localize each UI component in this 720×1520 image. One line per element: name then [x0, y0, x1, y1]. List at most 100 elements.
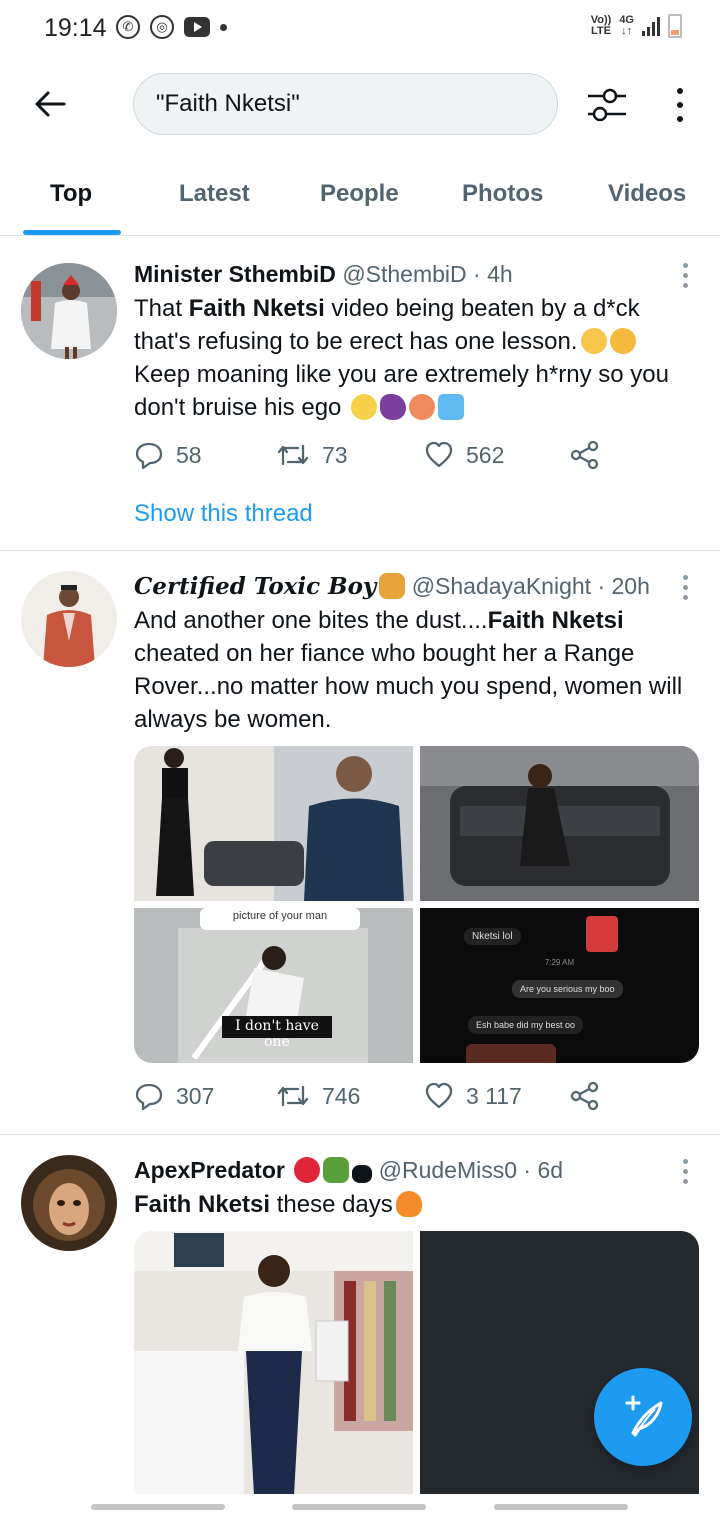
- tweet-actions: 58 73 562: [134, 440, 614, 474]
- back-button[interactable]: [30, 84, 70, 124]
- tab-latest[interactable]: Latest: [179, 180, 250, 208]
- retweet-button[interactable]: 73: [276, 440, 348, 470]
- media-photo[interactable]: [134, 746, 413, 901]
- compose-feather-icon: [625, 1395, 663, 1437]
- tweet-more-button[interactable]: [680, 263, 690, 288]
- avatar[interactable]: [21, 263, 117, 359]
- retweet-count: 73: [322, 441, 348, 468]
- tweet-header: Certified Toxic Boy @ShadayaKnight · 20h: [134, 573, 650, 600]
- status-system-icons: Vo)) LTE 4G ↓↑: [591, 14, 682, 38]
- tweet-text: That Faith Nketsi video being beaten by …: [134, 295, 669, 421]
- media-photo[interactable]: Nketsi lol 7:29 AM Are you serious my bo…: [420, 908, 699, 1063]
- compose-tweet-button[interactable]: [594, 1368, 692, 1466]
- like-count: 3 117: [466, 1082, 522, 1109]
- battery-icon: [668, 14, 682, 38]
- author-name[interactable]: Minister SthembiD: [134, 261, 336, 287]
- more-dot-icon: [682, 273, 688, 278]
- whatsapp-icon: ✆: [116, 15, 140, 39]
- avatar[interactable]: [21, 571, 117, 667]
- reply-button[interactable]: 58: [134, 440, 202, 470]
- like-button[interactable]: 3 117: [424, 1081, 522, 1111]
- photo-woman-range-rover: [420, 746, 699, 901]
- media-photo[interactable]: picture of your man I don't have one: [134, 908, 413, 1063]
- crying-face-emoji-icon: [351, 394, 378, 420]
- tweet[interactable]: Minister SthembiD @SthembiD · 4h That Fa…: [0, 237, 720, 551]
- separator-dot: ·: [523, 1157, 532, 1183]
- avatar-image: [21, 1155, 117, 1251]
- media-grid: picture of your man I don't have one Nke…: [134, 746, 699, 1063]
- reply-button[interactable]: 307: [134, 1081, 214, 1111]
- search-input[interactable]: "Faith Nketsi": [133, 73, 558, 135]
- retweet-icon: [277, 1085, 309, 1107]
- author-name[interactable]: Certified Toxic Boy: [134, 573, 376, 600]
- system-navigation-bar: [0, 1494, 720, 1520]
- tweet-time[interactable]: 6d: [537, 1157, 563, 1183]
- cocktail-emoji-icon: [379, 573, 406, 599]
- media-photo[interactable]: [134, 1231, 413, 1495]
- reply-icon: [135, 442, 163, 470]
- nav-recents-bar[interactable]: [91, 1504, 225, 1510]
- author-handle[interactable]: @SthembiD: [342, 261, 466, 287]
- highlight-term: Faith Nketsi: [134, 1191, 271, 1218]
- youtube-icon: [184, 17, 210, 37]
- retweet-count: 746: [322, 1082, 361, 1109]
- tweet[interactable]: Certified Toxic Boy @ShadayaKnight · 20h…: [0, 551, 720, 1135]
- avatar-image: [21, 571, 117, 667]
- nav-back-bar[interactable]: [494, 1504, 628, 1510]
- chat-bubble: Esh babe did my best oo: [468, 1016, 584, 1034]
- tweet-more-button[interactable]: [680, 575, 690, 600]
- share-button[interactable]: [570, 440, 600, 470]
- tab-videos[interactable]: Videos: [608, 180, 686, 208]
- nav-home-bar[interactable]: [292, 1504, 426, 1510]
- highlight-term: Faith Nketsi: [487, 607, 624, 634]
- tab-people[interactable]: People: [320, 180, 399, 208]
- tweet-more-button[interactable]: [680, 1159, 690, 1184]
- more-dot-icon: [682, 575, 688, 580]
- tweet-text: Faith Nketsi these days: [134, 1188, 694, 1221]
- avatar[interactable]: [21, 1155, 117, 1251]
- photo-woman-boutique: [134, 1231, 413, 1495]
- dot-icon: [220, 23, 227, 31]
- more-dot-icon: [682, 1159, 688, 1164]
- more-dot-icon: [682, 595, 688, 600]
- more-dot-icon: [682, 1179, 688, 1184]
- share-icon: [570, 440, 599, 470]
- bird-emoji-icon: [352, 1165, 373, 1183]
- crocodile-emoji-icon: [323, 1157, 350, 1183]
- author-name[interactable]: ApexPredator: [134, 1157, 285, 1183]
- eggplant-emoji-icon: [380, 394, 407, 420]
- network-indicator: 4G ↓↑: [619, 14, 634, 37]
- tab-top[interactable]: Top: [50, 180, 92, 208]
- heart-icon: [425, 441, 453, 468]
- tweet-time[interactable]: 4h: [487, 261, 513, 287]
- status-bar: 19:14 ✆ ◎ Vo)) LTE 4G ↓↑: [0, 0, 720, 56]
- search-tabs: Top Latest People Photos Videos: [0, 156, 720, 236]
- like-button[interactable]: 562: [424, 440, 504, 470]
- heart-icon: [425, 1082, 453, 1109]
- tweet-actions: 307 746 3 117: [134, 1081, 614, 1115]
- chat-image: [466, 1044, 556, 1063]
- shushing-emoji-icon: [609, 328, 636, 354]
- more-dot-icon: [682, 263, 688, 268]
- reply-count: 58: [176, 441, 202, 468]
- retweet-button[interactable]: 746: [276, 1081, 360, 1111]
- chat-time: 7:29 AM: [544, 958, 575, 967]
- overflow-menu-button[interactable]: [664, 82, 696, 128]
- share-button[interactable]: [570, 1081, 600, 1111]
- popcorn-sticker: [586, 916, 618, 952]
- search-filter-button[interactable]: [584, 82, 630, 128]
- chat-bubble: Are you serious my boo: [512, 980, 623, 998]
- more-dot-icon: [682, 1169, 688, 1174]
- tab-photos[interactable]: Photos: [462, 180, 543, 208]
- author-handle[interactable]: @RudeMiss0: [379, 1157, 517, 1183]
- photo-caption-top: picture of your man: [232, 910, 328, 922]
- status-notification-icons: ✆ ◎: [116, 15, 227, 39]
- sweat-droplets-emoji-icon: [438, 394, 465, 420]
- signal-icon: [642, 16, 660, 36]
- author-handle[interactable]: @ShadayaKnight: [412, 573, 591, 599]
- arrow-left-icon: [35, 91, 66, 117]
- media-photo[interactable]: [420, 746, 699, 901]
- tweet-time[interactable]: 20h: [612, 573, 650, 599]
- show-thread-link[interactable]: Show this thread: [134, 500, 313, 528]
- separator-dot: ·: [473, 261, 481, 287]
